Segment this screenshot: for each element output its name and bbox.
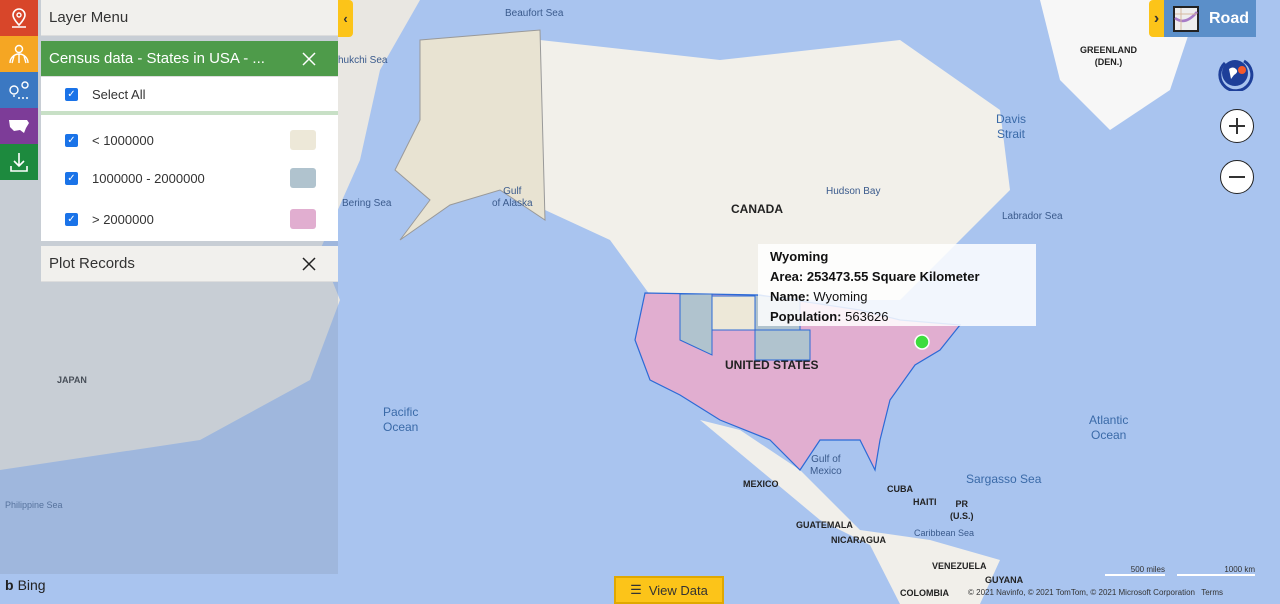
map-label: NICARAGUA [831,535,886,545]
layer-menu-header: Layer Menu [41,0,338,36]
select-all-checkbox[interactable]: ✓ [65,87,78,101]
tooltip-name-value: Wyoming [813,289,868,304]
attribution: © 2021 Navinfo, © 2021 TomTom, © 2021 Mi… [968,588,1223,597]
tooltip-pop-label: Population: [770,309,842,324]
map-label: UNITED STATES [725,358,819,372]
map-label: MEXICO [743,479,779,489]
map-label: Bering Sea [342,198,392,209]
legend-checkbox[interactable]: ✓ [65,212,78,226]
sidebar-map-pin[interactable] [0,0,38,36]
map-type-button[interactable]: Road [1164,0,1256,37]
tooltip-area: Area: 253473.55 Square Kilometer [770,269,980,284]
tooltip-name-label: Name: [770,289,810,304]
map-label: Pacific Ocean [383,405,419,434]
chevron-left-icon: ‹ [343,11,348,26]
scale-km: 1000 km [1177,565,1255,576]
tooltip-title: Wyoming [770,249,829,264]
close-icon[interactable] [300,50,318,68]
legend-checkbox[interactable]: ✓ [65,171,78,185]
bing-logo: b Bing [5,577,46,593]
map-label: VENEZUELA [932,561,987,571]
legend-label: > 2000000 [92,211,154,227]
wyoming-state [711,295,756,331]
bing-label: Bing [17,577,46,593]
legend-swatch [290,209,316,229]
map-label: hukchi Sea [338,55,388,66]
attribution-text: © 2021 Navinfo, © 2021 TomTom, © 2021 Mi… [968,588,1195,597]
map-label: COLOMBIA [900,588,949,598]
map-label: Davis Strait [996,112,1027,141]
view-data-label: View Data [648,582,708,598]
legend-checkbox[interactable]: ✓ [65,133,78,147]
sidebar-usa-map[interactable] [0,108,38,144]
tooltip-pop-value: 563626 [845,309,889,324]
zoom-in-button[interactable] [1220,109,1254,143]
map-label: GUATEMALA [796,520,853,530]
legend-swatch [290,168,316,188]
sidebar-territory[interactable] [0,36,38,72]
map-label: Gulf of Mexico [810,454,842,477]
legend-item[interactable]: ✓ < 1000000 [41,121,338,159]
legend-list: ✓ Select All ✓ < 1000000 ✓ 1000000 - 200000… [41,77,338,241]
territory-globe-icon [9,44,29,64]
map-type-label: Road [1209,9,1249,27]
map-label: Labrador Sea [1002,211,1063,222]
usa-map-icon [9,120,29,133]
locate-globe-icon[interactable] [1217,55,1255,91]
plot-records-header: Plot Records [41,246,338,282]
zoom-out-button[interactable] [1220,160,1254,194]
map-label: Atlantic Ocean [1089,413,1129,442]
legend-label: < 1000000 [92,132,154,148]
select-all-label: Select All [92,86,146,102]
expand-map-type-button[interactable]: › [1149,0,1164,37]
legend-label: 1000000 - 2000000 [92,170,205,186]
list-icon: ☰ [630,582,642,597]
legend-item[interactable]: ✓ > 2000000 [41,197,338,241]
legend-item[interactable]: ✓ 1000000 - 2000000 [41,159,338,197]
sidebar-download[interactable] [0,144,38,180]
map-label: GREENLAND (DEN.) [1080,45,1138,67]
layer-menu-title: Layer Menu [49,9,129,26]
sidebar-route[interactable] [0,72,38,108]
collapse-panel-button[interactable]: ‹ [338,0,353,37]
scale-miles: 500 miles [1105,565,1165,576]
map-label: Sargasso Sea [966,472,1042,486]
census-panel-title: Census data - States in USA - ... [49,50,265,67]
view-data-button[interactable]: ☰ View Data [614,576,724,604]
map-label: Hudson Bay [826,186,881,197]
terms-link[interactable]: Terms [1201,588,1223,597]
select-all-row[interactable]: ✓ Select All [41,77,338,115]
legend-swatch [290,130,316,150]
road-map-icon [1173,5,1199,32]
map-label: Caribbean Sea [914,528,975,538]
close-icon[interactable] [300,255,318,273]
download-icon [10,153,28,172]
plus-icon [1229,118,1245,134]
map-label: GUYANA [985,575,1024,585]
map-label: Gulf of Alaska [492,186,533,209]
map-label: HAITI [913,497,937,507]
map-label: CANADA [731,202,783,216]
plotted-record-marker [914,334,930,350]
map-label: PR (U.S.) [950,499,974,521]
bing-icon: b [5,577,14,593]
minus-icon [1229,176,1245,178]
map-label: Beaufort Sea [505,8,564,19]
plot-records-title: Plot Records [49,255,135,272]
map-pin-icon [12,8,26,28]
census-panel-header: Census data - States in USA - ... [41,41,338,77]
map-label: CUBA [887,484,913,494]
state-tooltip: Wyoming Area: 253473.55 Square Kilometer… [758,244,1036,326]
chevron-right-icon: › [1153,9,1160,27]
route-icon [9,81,29,99]
